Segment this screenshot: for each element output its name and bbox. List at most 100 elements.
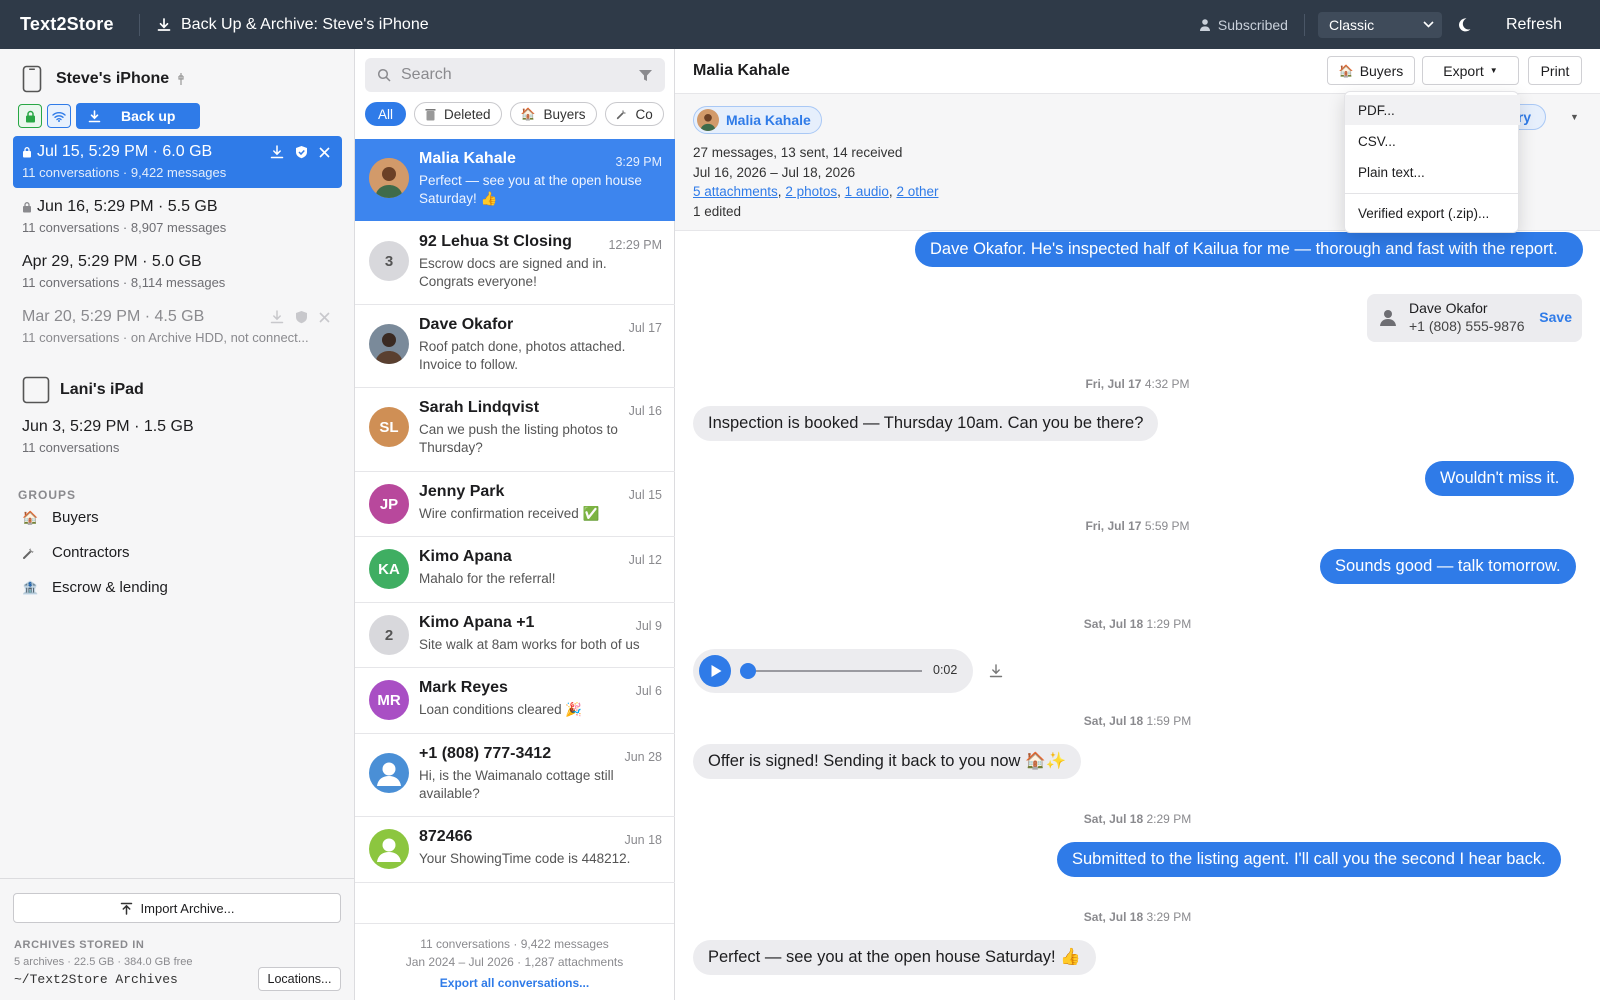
snapshot-item-offline[interactable]: Mar 20, 5:29 PM · 4.5 GB 11 conversation… xyxy=(13,301,342,353)
other-link[interactable]: 2 other xyxy=(896,184,938,199)
conversation-preview: Roof patch done, photos attached. Invoic… xyxy=(419,339,626,372)
conversation-time: 12:29 PM xyxy=(608,238,662,252)
back-up-button[interactable]: Back up xyxy=(76,103,200,129)
play-button[interactable] xyxy=(699,655,731,687)
toolbar-divider xyxy=(1303,13,1305,36)
download-icon[interactable] xyxy=(270,145,284,159)
participant-chip[interactable]: Malia Kahale xyxy=(693,106,822,134)
wifi-icon xyxy=(52,111,66,122)
back-up-label: Back up xyxy=(121,108,176,124)
theme-select-value: Classic xyxy=(1328,16,1375,33)
conversation-row[interactable]: Malia Kahale 3:29 PM Perfect — see you a… xyxy=(355,139,675,221)
audio-progress-track[interactable] xyxy=(747,670,922,672)
edited-count: 1 edited xyxy=(693,204,742,219)
filter-icon[interactable] xyxy=(638,69,653,82)
filter-chip-deleted[interactable]: Deleted xyxy=(414,102,502,126)
conversation-row[interactable]: +1 (808) 777-3412 Jun 28 Hi, is the Waim… xyxy=(355,734,675,817)
message-received: Inspection is booked — Thursday 10am. Ca… xyxy=(693,406,1159,441)
buyers-group-button[interactable]: 🏠 Buyers xyxy=(1327,56,1415,85)
group-item-buyers[interactable]: 🏠 Buyers xyxy=(22,509,99,526)
search-field[interactable]: Search xyxy=(365,58,665,92)
subscription-status[interactable]: Subscribed xyxy=(1199,17,1288,33)
device-lanis-ipad[interactable]: Lani's iPad xyxy=(22,376,144,404)
snapshot-title: Jul 15, 5:29 PM · 6.0 GB xyxy=(37,143,213,160)
avatar: JP xyxy=(369,484,409,524)
moon-icon[interactable] xyxy=(1456,17,1472,33)
device-steves-iphone[interactable]: Steve's iPhone xyxy=(22,65,185,93)
snapshot-title: Jun 3, 5:29 PM · 1.5 GB xyxy=(22,418,194,435)
export-csv-item[interactable]: CSV... xyxy=(1345,126,1520,156)
window-title-text: Back Up & Archive: Steve's iPhone xyxy=(181,15,429,33)
encryption-toggle[interactable] xyxy=(18,104,42,128)
filter-chip-buyers[interactable]: 🏠 Buyers xyxy=(509,102,597,126)
group-item-escrow-lending[interactable]: 🏦 Escrow & lending xyxy=(22,579,168,596)
theme-select[interactable]: Classic xyxy=(1317,11,1442,38)
caret-down-icon[interactable]: ▼ xyxy=(1570,112,1579,122)
conversation-row[interactable]: Dave Okafor Jul 17 Roof patch done, phot… xyxy=(355,305,675,388)
list-footer-counts: 11 conversations · 9,422 messages xyxy=(420,937,609,951)
close-icon[interactable] xyxy=(319,146,330,158)
conversation-row[interactable]: 3 92 Lehua St Closing 12:29 PM Escrow do… xyxy=(355,222,675,305)
title-divider xyxy=(139,13,140,36)
conversation-time: Jul 15 xyxy=(628,488,662,502)
groups-heading: GROUPS xyxy=(18,488,77,502)
search-icon xyxy=(377,68,391,82)
menu-divider xyxy=(1345,193,1520,194)
conversation-time: Jul 12 xyxy=(628,553,662,567)
lock-icon xyxy=(22,146,32,158)
snapshot-item[interactable]: Jun 3, 5:29 PM · 1.5 GB 11 conversations xyxy=(13,411,342,461)
conversation-preview: Site walk at 8am works for both of us xyxy=(419,637,640,652)
import-archive-label: Import Archive... xyxy=(140,900,235,916)
conversation-row[interactable]: SL Sarah Lindqvist Jul 16 Can we push th… xyxy=(355,388,675,472)
avatar: 2 xyxy=(369,615,409,655)
audio-scrubber-handle[interactable] xyxy=(740,663,756,679)
filter-chip-all[interactable]: All xyxy=(365,102,407,126)
export-pdf-item[interactable]: PDF... xyxy=(1345,95,1520,125)
message-received: Perfect — see you at the open house Satu… xyxy=(693,940,1096,975)
snapshot-title: Apr 29, 5:29 PM · 5.0 GB xyxy=(22,253,202,270)
download-icon[interactable] xyxy=(989,664,1003,678)
timestamp: Sat, Jul 18 1:59 PM xyxy=(1083,714,1192,728)
export-all-link[interactable]: Export all conversations... xyxy=(355,975,674,993)
export-verified-zip-item[interactable]: Verified export (.zip)... xyxy=(1345,198,1520,228)
app-brand: Text2Store xyxy=(20,14,114,34)
archives-heading: ARCHIVES STORED IN xyxy=(14,939,145,951)
conversation-row[interactable]: KA Kimo Apana Jul 12 Mahalo for the refe… xyxy=(355,537,675,603)
chip-label: Buyers xyxy=(543,106,586,122)
conversation-row[interactable]: MR Mark Reyes Jul 6 Loan conditions clea… xyxy=(355,668,675,734)
group-item-contractors[interactable]: Contractors xyxy=(22,544,130,561)
list-footer: 11 conversations · 9,422 messages Jan 20… xyxy=(355,923,674,1000)
download-icon xyxy=(88,109,101,123)
snapshot-item[interactable]: Jul 15, 5:29 PM · 6.0 GB 11 conversation… xyxy=(13,136,342,188)
window-title: Back Up & Archive: Steve's iPhone xyxy=(156,16,429,34)
export-button[interactable]: Export ▼ xyxy=(1422,56,1519,85)
chevron-down-icon xyxy=(1423,21,1434,28)
wifi-toggle[interactable] xyxy=(47,104,71,128)
conversation-time: Jul 6 xyxy=(635,684,662,698)
conversation-name: Dave Okafor xyxy=(419,316,514,333)
verify-shield-icon[interactable] xyxy=(295,145,308,159)
export-plain-text-item[interactable]: Plain text... xyxy=(1345,157,1520,187)
group-label: Contractors xyxy=(52,544,130,561)
subscription-label: Subscribed xyxy=(1217,16,1288,33)
conversation-row[interactable]: 2 Kimo Apana +1 Jul 9 Site walk at 8am w… xyxy=(355,603,675,668)
filter-chips: All Deleted 🏠 Buyers Co xyxy=(365,102,673,126)
locations-button[interactable]: Locations... xyxy=(258,967,341,991)
conversation-time: 3:29 PM xyxy=(615,155,662,169)
import-archive-button[interactable]: Import Archive... xyxy=(13,893,341,923)
conversation-row[interactable]: JP Jenny Park Jul 15 Wire confirmation r… xyxy=(355,472,675,537)
snapshot-item[interactable]: Apr 29, 5:29 PM · 5.0 GB 11 conversation… xyxy=(13,246,342,298)
chip-label: Co xyxy=(635,106,653,122)
filter-chip-contractors[interactable]: Co xyxy=(604,102,664,126)
save-contact-button[interactable]: Save xyxy=(1539,309,1572,325)
photos-link[interactable]: 2 photos xyxy=(785,184,837,199)
conversation-preview: Escrow docs are signed and in. Congrats … xyxy=(419,256,607,289)
audio-link[interactable]: 1 audio xyxy=(845,184,889,199)
snapshot-title: Jun 16, 5:29 PM · 5.5 GB xyxy=(37,198,218,215)
attachments-link[interactable]: 5 attachments xyxy=(693,184,778,199)
caret-down-icon: ▼ xyxy=(1489,66,1498,75)
snapshot-item[interactable]: Jun 16, 5:29 PM · 5.5 GB 11 conversation… xyxy=(13,191,342,243)
refresh-button[interactable]: Refresh xyxy=(1486,16,1600,34)
print-button[interactable]: Print xyxy=(1528,56,1582,85)
conversation-row[interactable]: 872466 Jun 18 Your ShowingTime code is 4… xyxy=(355,817,675,883)
